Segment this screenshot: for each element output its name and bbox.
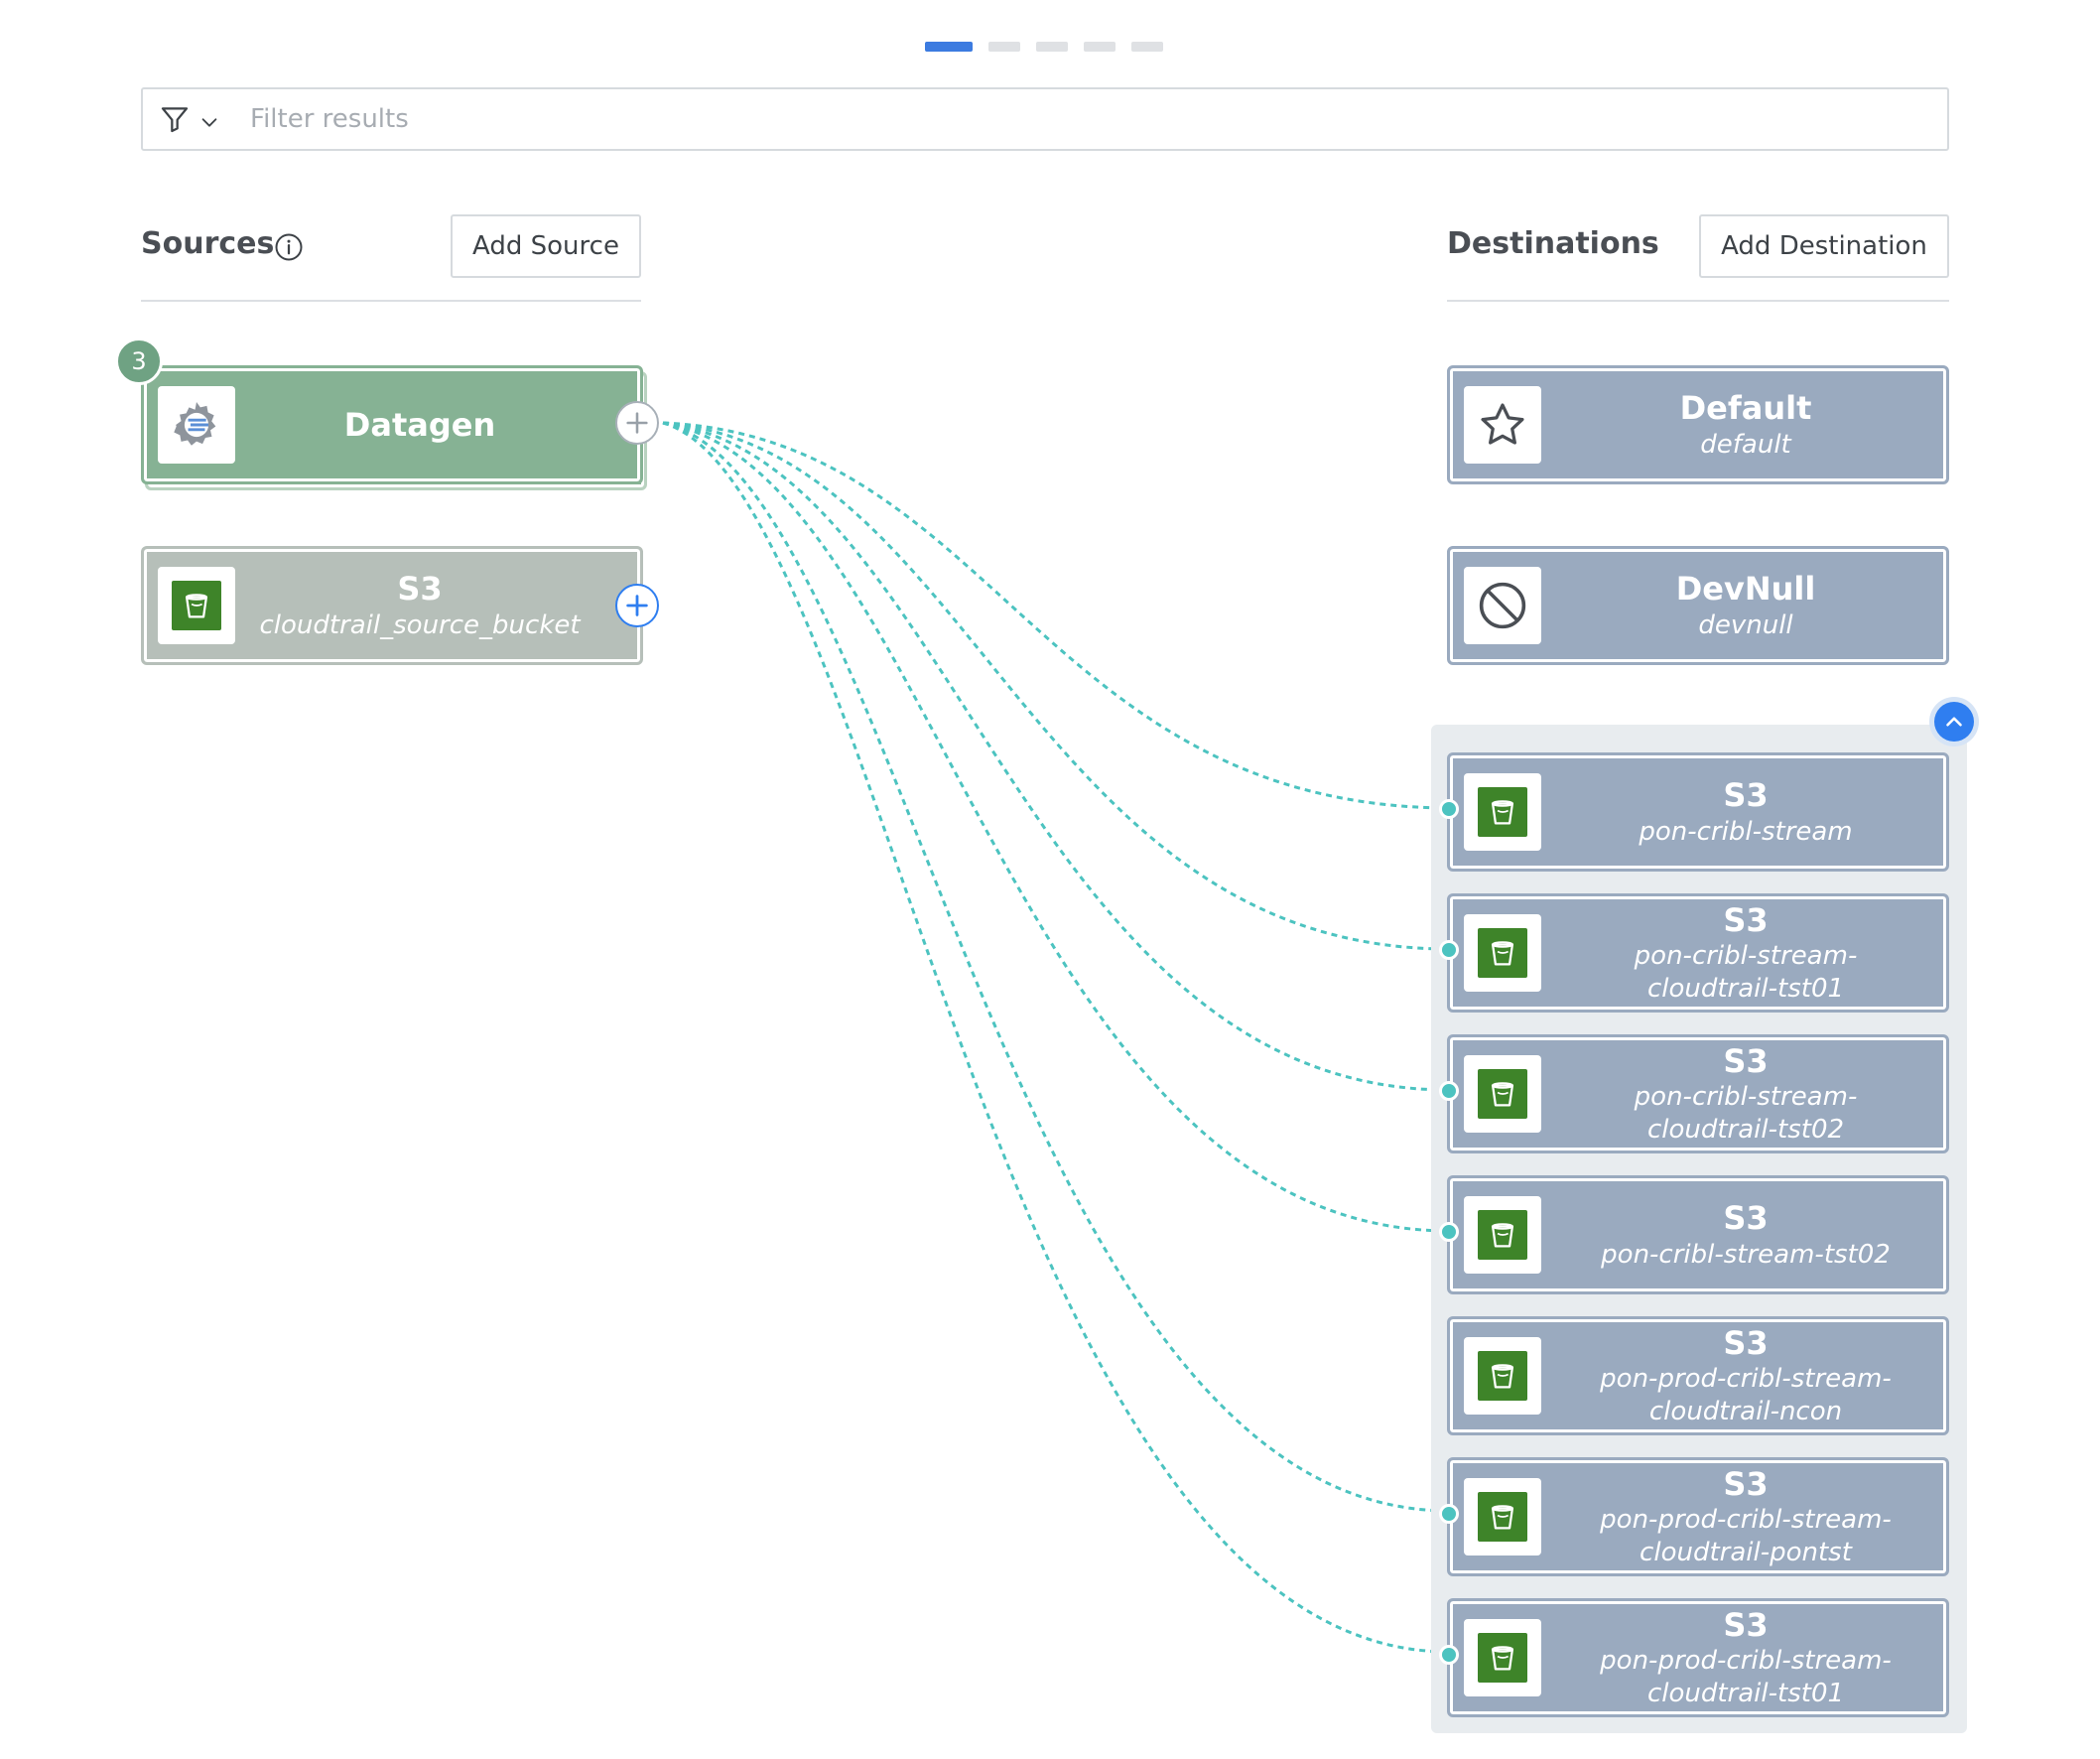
connection-line xyxy=(662,421,1450,1092)
s3-bucket-icon xyxy=(1478,1069,1527,1119)
s3-bucket-icon xyxy=(172,581,221,630)
icon-box xyxy=(1464,773,1541,851)
card-text: S3 pon-prod-cribl-stream-cloudtrail-ncon xyxy=(1545,1319,1946,1432)
card-subtitle: pon-cribl-stream xyxy=(1639,816,1853,847)
connection-port-dot[interactable] xyxy=(1439,1222,1459,1242)
card-subtitle: devnull xyxy=(1698,609,1793,640)
card-subtitle: pon-prod-cribl-stream-cloudtrail-pontst xyxy=(1600,1505,1892,1568)
card-subtitle: cloudtrail_source_bucket xyxy=(259,609,581,640)
card-subtitle: default xyxy=(1700,429,1791,460)
no-entry-icon xyxy=(1479,582,1526,629)
destination-card-s3[interactable]: S3 pon-cribl-stream-cloudtrail-tst01 xyxy=(1447,893,1949,1013)
card-title: S3 xyxy=(397,570,443,609)
connection-port-dot[interactable] xyxy=(1439,1504,1459,1524)
connection-line xyxy=(662,421,1450,1233)
connection-port-dot[interactable] xyxy=(1439,940,1459,960)
card-text: S3 pon-cribl-stream-cloudtrail-tst01 xyxy=(1545,896,1946,1010)
s3-bucket-icon xyxy=(1478,1633,1527,1683)
card-text: S3 pon-cribl-stream-tst02 xyxy=(1545,1178,1946,1291)
card-subtitle: pon-prod-cribl-stream-cloudtrail-tst01 xyxy=(1600,1646,1892,1709)
card-text: Datagen xyxy=(239,368,600,481)
collapse-group-button[interactable] xyxy=(1929,697,1979,746)
card-title: Datagen xyxy=(343,405,496,444)
connection-port-dot[interactable] xyxy=(1439,1081,1459,1101)
card-title: S3 xyxy=(1723,1465,1769,1504)
connection-count-badge: 3 xyxy=(115,338,163,385)
card-title: DevNull xyxy=(1675,570,1816,609)
icon-box xyxy=(1464,386,1541,464)
card-subtitle: pon-cribl-stream-cloudtrail-tst01 xyxy=(1634,941,1858,1005)
card-text: S3 pon-prod-cribl-stream-cloudtrail-ponts… xyxy=(1545,1460,1946,1573)
card-title: S3 xyxy=(1723,1324,1769,1363)
destination-card-s3[interactable]: S3 pon-cribl-stream-tst02 xyxy=(1447,1175,1949,1294)
source-card-datagen[interactable]: Datagen xyxy=(141,365,643,484)
s3-bucket-icon xyxy=(1478,1210,1527,1260)
destination-card-s3[interactable]: S3 pon-cribl-stream xyxy=(1447,752,1949,872)
source-card-s3[interactable]: S3 cloudtrail_source_bucket xyxy=(141,546,643,665)
card-subtitle: pon-prod-cribl-stream-cloudtrail-ncon xyxy=(1600,1364,1892,1427)
s3-bucket-icon xyxy=(1478,1492,1527,1542)
connection-port-dot[interactable] xyxy=(1439,1645,1459,1665)
card-title: S3 xyxy=(1723,1199,1769,1238)
plus-icon xyxy=(626,412,648,434)
add-connection-button[interactable] xyxy=(615,401,659,445)
icon-box xyxy=(1464,1055,1541,1133)
icon-box xyxy=(1464,914,1541,992)
destination-card-s3[interactable]: S3 pon-prod-cribl-stream-cloudtrail-tst01 xyxy=(1447,1598,1949,1717)
s3-bucket-icon xyxy=(1478,787,1527,837)
card-text: S3 pon-prod-cribl-stream-cloudtrail-tst01 xyxy=(1545,1601,1946,1714)
destination-card-s3[interactable]: S3 pon-prod-cribl-stream-cloudtrail-ncon xyxy=(1447,1316,1949,1435)
destination-card-s3[interactable]: S3 pon-cribl-stream-cloudtrail-tst02 xyxy=(1447,1034,1949,1153)
card-title: S3 xyxy=(1723,1606,1769,1645)
connection-line xyxy=(662,421,1450,1513)
destination-card-default[interactable]: Default default xyxy=(1447,365,1949,484)
connection-paths xyxy=(662,421,1450,1654)
datagen-gear-icon xyxy=(174,402,216,446)
icon-box xyxy=(1464,1337,1541,1415)
card-text: S3 pon-cribl-stream-cloudtrail-tst02 xyxy=(1545,1037,1946,1150)
card-title: S3 xyxy=(1723,1042,1769,1081)
icon-box xyxy=(1464,1478,1541,1556)
plus-icon xyxy=(626,595,648,616)
destination-card-devnull[interactable]: DevNull devnull xyxy=(1447,546,1949,665)
card-subtitle: pon-cribl-stream-cloudtrail-tst02 xyxy=(1634,1082,1858,1146)
s3-bucket-icon xyxy=(1478,1351,1527,1401)
chevron-up-icon xyxy=(1946,717,1962,727)
connection-port-dot[interactable] xyxy=(1439,799,1459,819)
card-text: S3 pon-cribl-stream xyxy=(1545,755,1946,869)
star-icon xyxy=(1481,403,1524,445)
connection-line xyxy=(662,421,1450,951)
connection-line xyxy=(662,421,1450,1654)
card-subtitle: pon-cribl-stream-tst02 xyxy=(1601,1239,1891,1270)
card-text: S3 cloudtrail_source_bucket xyxy=(239,549,600,662)
destination-card-s3[interactable]: S3 pon-prod-cribl-stream-cloudtrail-ponts… xyxy=(1447,1457,1949,1576)
card-title: S3 xyxy=(1723,901,1769,940)
card-text: DevNull devnull xyxy=(1545,549,1946,662)
icon-box xyxy=(1464,1619,1541,1696)
s3-bucket-icon xyxy=(1478,928,1527,978)
icon-box xyxy=(158,386,235,464)
card-title: Default xyxy=(1679,389,1812,428)
add-connection-button[interactable] xyxy=(615,584,659,627)
card-text: Default default xyxy=(1545,368,1946,481)
icon-box xyxy=(1464,1196,1541,1274)
card-title: S3 xyxy=(1723,776,1769,815)
connection-line xyxy=(662,421,1450,810)
icon-box xyxy=(1464,567,1541,644)
